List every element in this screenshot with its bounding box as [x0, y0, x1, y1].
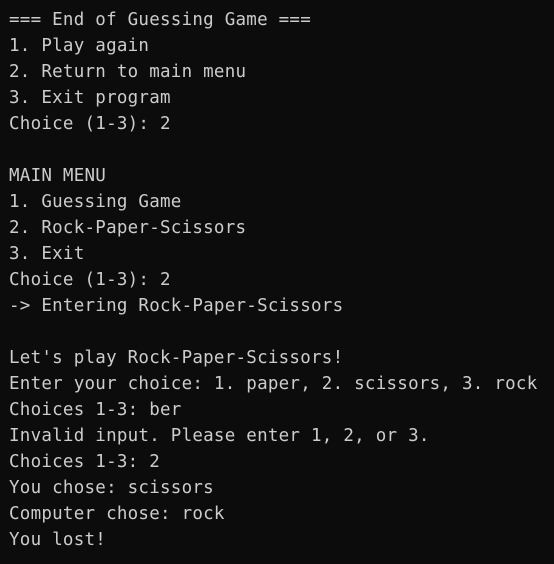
choices-input-line: Choices 1-3: ber: [9, 400, 182, 420]
menu-option-guessing-game: 1. Guessing Game: [9, 192, 182, 212]
guessing-end-header: === End of Guessing Game ===: [9, 10, 312, 30]
menu-option-exit: 3. Exit: [9, 244, 85, 264]
invalid-input-line: Invalid input. Please enter 1, 2, or 3.: [9, 426, 430, 446]
menu-option-exit-program: 3. Exit program: [9, 88, 171, 108]
choice-prompt-line: Choice (1-3): 2: [9, 270, 171, 290]
menu-option-return-main: 2. Return to main menu: [9, 62, 247, 82]
menu-option-play-again: 1. Play again: [9, 36, 150, 56]
terminal-output[interactable]: === End of Guessing Game === 1. Play aga…: [0, 0, 554, 564]
rps-intro-line: Let's play Rock-Paper-Scissors!: [9, 348, 344, 368]
user-choice-line: You chose: scissors: [9, 478, 214, 498]
choice-prompt-line: Choice (1-3): 2: [9, 114, 171, 134]
computer-choice-line: Computer chose: rock: [9, 504, 225, 524]
choices-input-line: Choices 1-3: 2: [9, 452, 161, 472]
menu-option-rps: 2. Rock-Paper-Scissors: [9, 218, 247, 238]
main-menu-header: MAIN MENU: [9, 166, 107, 186]
rps-instructions-line: Enter your choice: 1. paper, 2. scissors…: [9, 374, 538, 394]
result-line: You lost!: [9, 530, 107, 550]
entering-rps-line: -> Entering Rock-Paper-Scissors: [9, 296, 344, 316]
